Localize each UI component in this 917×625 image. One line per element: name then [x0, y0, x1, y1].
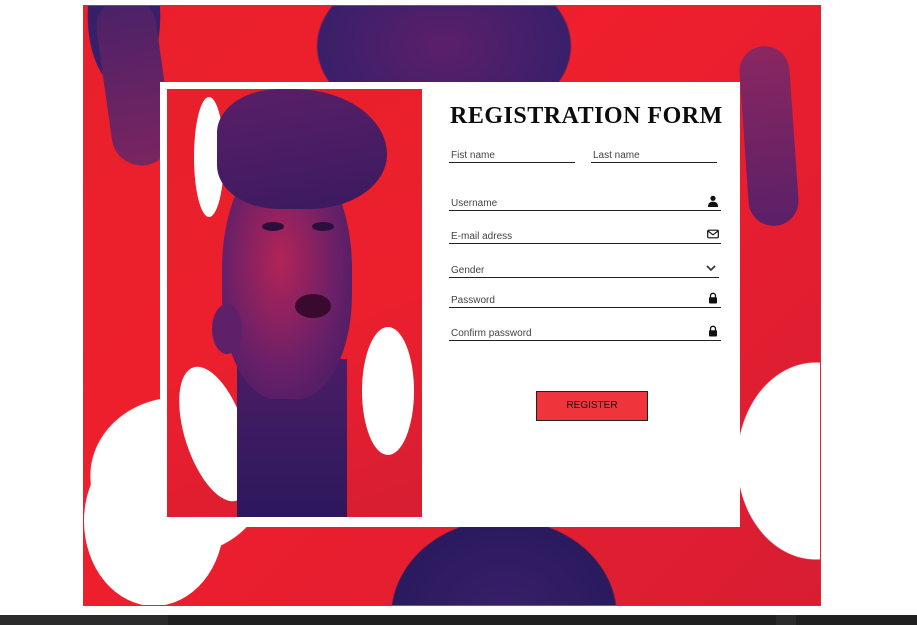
chevron-down-icon[interactable] [705, 262, 717, 274]
first-name-input[interactable]: Fist name [449, 145, 575, 163]
lock-icon [709, 325, 717, 337]
portrait-eye-left [262, 222, 284, 231]
background-hand-right [737, 44, 801, 228]
portrait-eye-right [312, 222, 334, 231]
form-title: REGISTRATION FORM [450, 103, 723, 129]
decor-oval-right [362, 327, 414, 455]
registration-card: REGISTRATION FORM Fist name Last name Us… [160, 82, 740, 527]
taskbar-search-area[interactable] [0, 615, 168, 625]
register-button[interactable]: REGISTER [536, 391, 648, 421]
first-name-placeholder: Fist name [451, 150, 495, 161]
portrait-image [167, 89, 422, 517]
envelope-icon [707, 229, 719, 239]
confirm-password-placeholder: Confirm password [451, 328, 532, 339]
last-name-input[interactable]: Last name [591, 145, 717, 163]
confirm-password-input[interactable]: Confirm password [449, 323, 721, 341]
gender-placeholder: Gender [451, 265, 485, 276]
email-input[interactable]: E-mail adress [449, 226, 721, 244]
user-icon [708, 195, 718, 207]
email-placeholder: E-mail adress [451, 231, 513, 242]
portrait-hand [217, 89, 387, 209]
lock-icon [709, 292, 717, 304]
username-placeholder: Username [451, 198, 498, 209]
portrait-mouth [295, 294, 331, 318]
os-taskbar [0, 615, 917, 625]
last-name-placeholder: Last name [593, 150, 640, 161]
password-input[interactable]: Password [449, 290, 721, 308]
username-input[interactable]: Username [449, 193, 721, 211]
taskbar-tray-chevron[interactable] [776, 615, 796, 625]
password-placeholder: Password [451, 295, 495, 306]
portrait-ear [212, 304, 242, 354]
gender-select[interactable]: Gender [449, 260, 719, 278]
